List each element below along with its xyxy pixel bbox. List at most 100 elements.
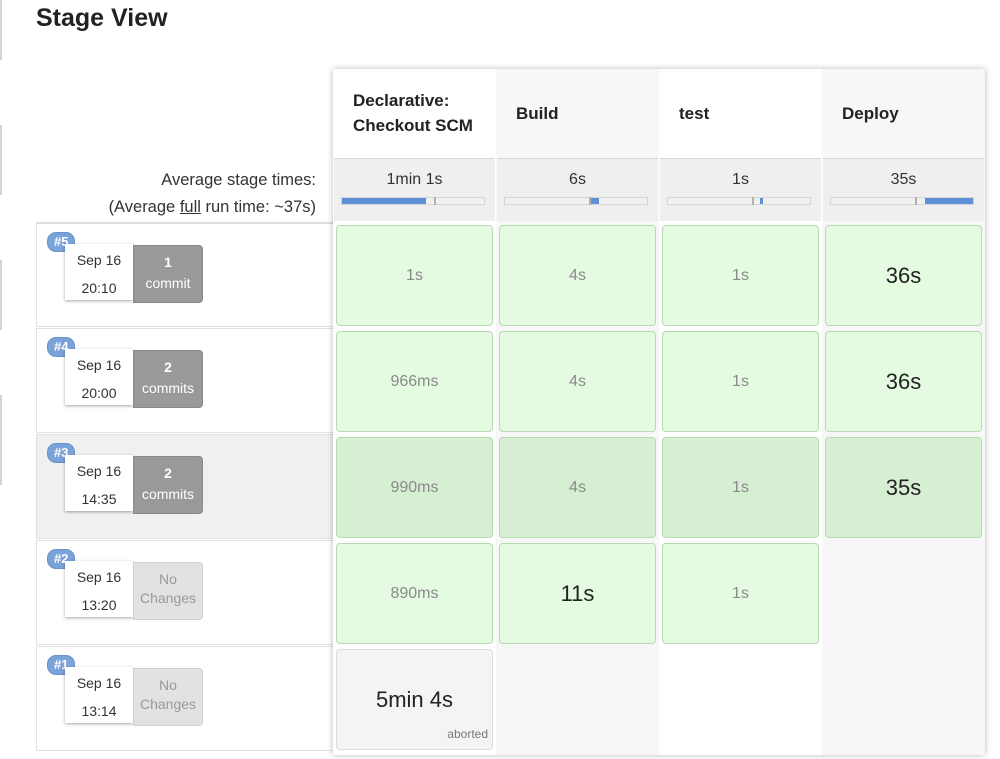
average-time-bar: [504, 197, 648, 205]
run-date: Sep 16 13:14: [65, 667, 133, 723]
stage-header[interactable]: Declarative: Checkout SCM: [333, 69, 496, 157]
stage-cell[interactable]: 36s: [825, 225, 982, 326]
stage-cell[interactable]: 966ms: [336, 331, 493, 432]
run-date: Sep 16 13:20: [65, 561, 133, 617]
run-date-time: 20:00: [81, 385, 117, 401]
average-time-value: 1s: [732, 171, 749, 188]
stage-duration: 1s: [406, 266, 423, 284]
run-row[interactable]: #2 Sep 16 13:20 No Changes: [36, 540, 333, 645]
stage-header[interactable]: Deploy: [822, 69, 985, 157]
stage-name: Deploy: [842, 101, 899, 126]
stage-cell[interactable]: 990ms: [336, 437, 493, 538]
stage-cell[interactable]: 1s: [662, 225, 819, 326]
run-date: Sep 16 20:00: [65, 349, 133, 405]
stage-cell[interactable]: 4s: [499, 331, 656, 432]
run-date: Sep 16 14:35: [65, 455, 133, 511]
avg-full-prefix: (Average: [108, 198, 180, 216]
stage-duration: 1s: [732, 372, 749, 390]
stage-cell[interactable]: 890ms: [336, 543, 493, 644]
changes-label: Changes: [139, 696, 197, 712]
stage-duration: 966ms: [390, 372, 439, 390]
stage-cell[interactable]: 35s: [825, 437, 982, 538]
stage-header[interactable]: test: [659, 69, 822, 157]
run-date-time: 13:20: [81, 597, 117, 613]
changes-badge[interactable]: 1 commit: [133, 245, 203, 303]
stage-cell[interactable]: 4s: [499, 225, 656, 326]
average-time-bar-tick: [915, 197, 917, 205]
stage-duration: 890ms: [390, 584, 439, 602]
average-time-value: 6s: [569, 171, 586, 188]
average-time-bar-fill: [590, 198, 599, 204]
avg-full-suffix: run time: ~37s): [200, 198, 316, 216]
changes-badge[interactable]: 2 commits: [133, 456, 203, 514]
changes-count: No: [159, 677, 177, 693]
stage-average-time: 1min 1s: [334, 158, 495, 221]
stage-duration: 1s: [732, 266, 749, 284]
stage-duration: 35s: [885, 474, 922, 500]
average-time-bar: [667, 197, 811, 205]
stage-cell[interactable]: 1s: [662, 331, 819, 432]
run-row[interactable]: #3 Sep 16 14:35 2 commits: [36, 434, 333, 539]
stage-cell[interactable]: 1s: [662, 543, 819, 644]
changes-badge: No Changes: [133, 562, 203, 620]
average-time-bar: [830, 197, 974, 205]
average-time-value: 1min 1s: [386, 171, 443, 188]
stage-duration: 4s: [569, 478, 586, 496]
average-time-bar: [341, 197, 485, 205]
average-time-bar-tick: [589, 197, 591, 205]
run-date-time: 20:10: [81, 280, 117, 296]
stage-name: test: [679, 101, 709, 126]
run-date-day: Sep 16: [76, 569, 122, 585]
stage-name: Declarative: Checkout SCM: [353, 88, 473, 138]
run-date: Sep 16 20:10: [65, 244, 133, 300]
stage-duration: 4s: [569, 266, 586, 284]
stage-duration: 1s: [732, 478, 749, 496]
run-date-time: 14:35: [81, 491, 117, 507]
average-time-bar-fill: [760, 198, 763, 204]
changes-label: Changes: [139, 590, 197, 606]
run-row[interactable]: #5 Sep 16 20:10 1 commit: [36, 222, 333, 327]
stage-cell[interactable]: 36s: [825, 331, 982, 432]
stage-cell[interactable]: 4s: [499, 437, 656, 538]
stage-cell[interactable]: 1s: [336, 225, 493, 326]
changes-count: 2: [164, 359, 172, 375]
run-row[interactable]: #4 Sep 16 20:00 2 commits: [36, 328, 333, 433]
full-run-link[interactable]: full: [180, 198, 201, 216]
changes-count: 1: [164, 254, 172, 270]
stage-cell[interactable]: 11s: [499, 543, 656, 644]
average-time-bar-fill: [342, 198, 426, 204]
stage-grid: Declarative: Checkout SCM 1min 1s Build 6s te…: [333, 69, 985, 755]
left-edge-divider: [0, 125, 2, 195]
average-time-bar-fill: [925, 198, 973, 204]
changes-badge[interactable]: 2 commits: [133, 350, 203, 408]
stage-name-line1: Deploy: [842, 103, 899, 123]
stage-average-time: 1s: [660, 158, 821, 221]
changes-count: 2: [164, 465, 172, 481]
stage-cell[interactable]: 5min 4s aborted: [336, 649, 493, 750]
left-edge-divider: [0, 0, 2, 60]
average-full-run-time-label: (Average full run time: ~37s): [109, 198, 316, 217]
average-time-bar-tick: [752, 197, 754, 205]
stage-duration: 36s: [885, 262, 922, 288]
stage-duration: 1s: [732, 584, 749, 602]
run-date-day: Sep 16: [76, 463, 122, 479]
average-time-value: 35s: [890, 171, 917, 188]
stage-cell[interactable]: 1s: [662, 437, 819, 538]
run-row[interactable]: #1 Sep 16 13:14 No Changes: [36, 646, 333, 751]
stage-average-time: 35s: [823, 158, 984, 221]
changes-label: commit: [145, 275, 191, 291]
stage-name-line2: Checkout SCM: [353, 116, 473, 135]
stage-name-line1: Build: [516, 103, 559, 123]
stage-name: Build: [516, 101, 559, 126]
stage-status: aborted: [447, 727, 488, 741]
left-edge-divider: [0, 395, 2, 485]
stage-header[interactable]: Build: [496, 69, 659, 157]
stage-duration: 5min 4s: [375, 686, 454, 712]
run-date-day: Sep 16: [76, 252, 122, 268]
stage-duration: 36s: [885, 368, 922, 394]
left-edge-divider: [0, 260, 2, 330]
average-time-bar-tick: [434, 197, 436, 205]
changes-label: commits: [141, 486, 195, 502]
stage-duration: 990ms: [390, 478, 439, 496]
stage-name-line1: test: [679, 103, 710, 123]
